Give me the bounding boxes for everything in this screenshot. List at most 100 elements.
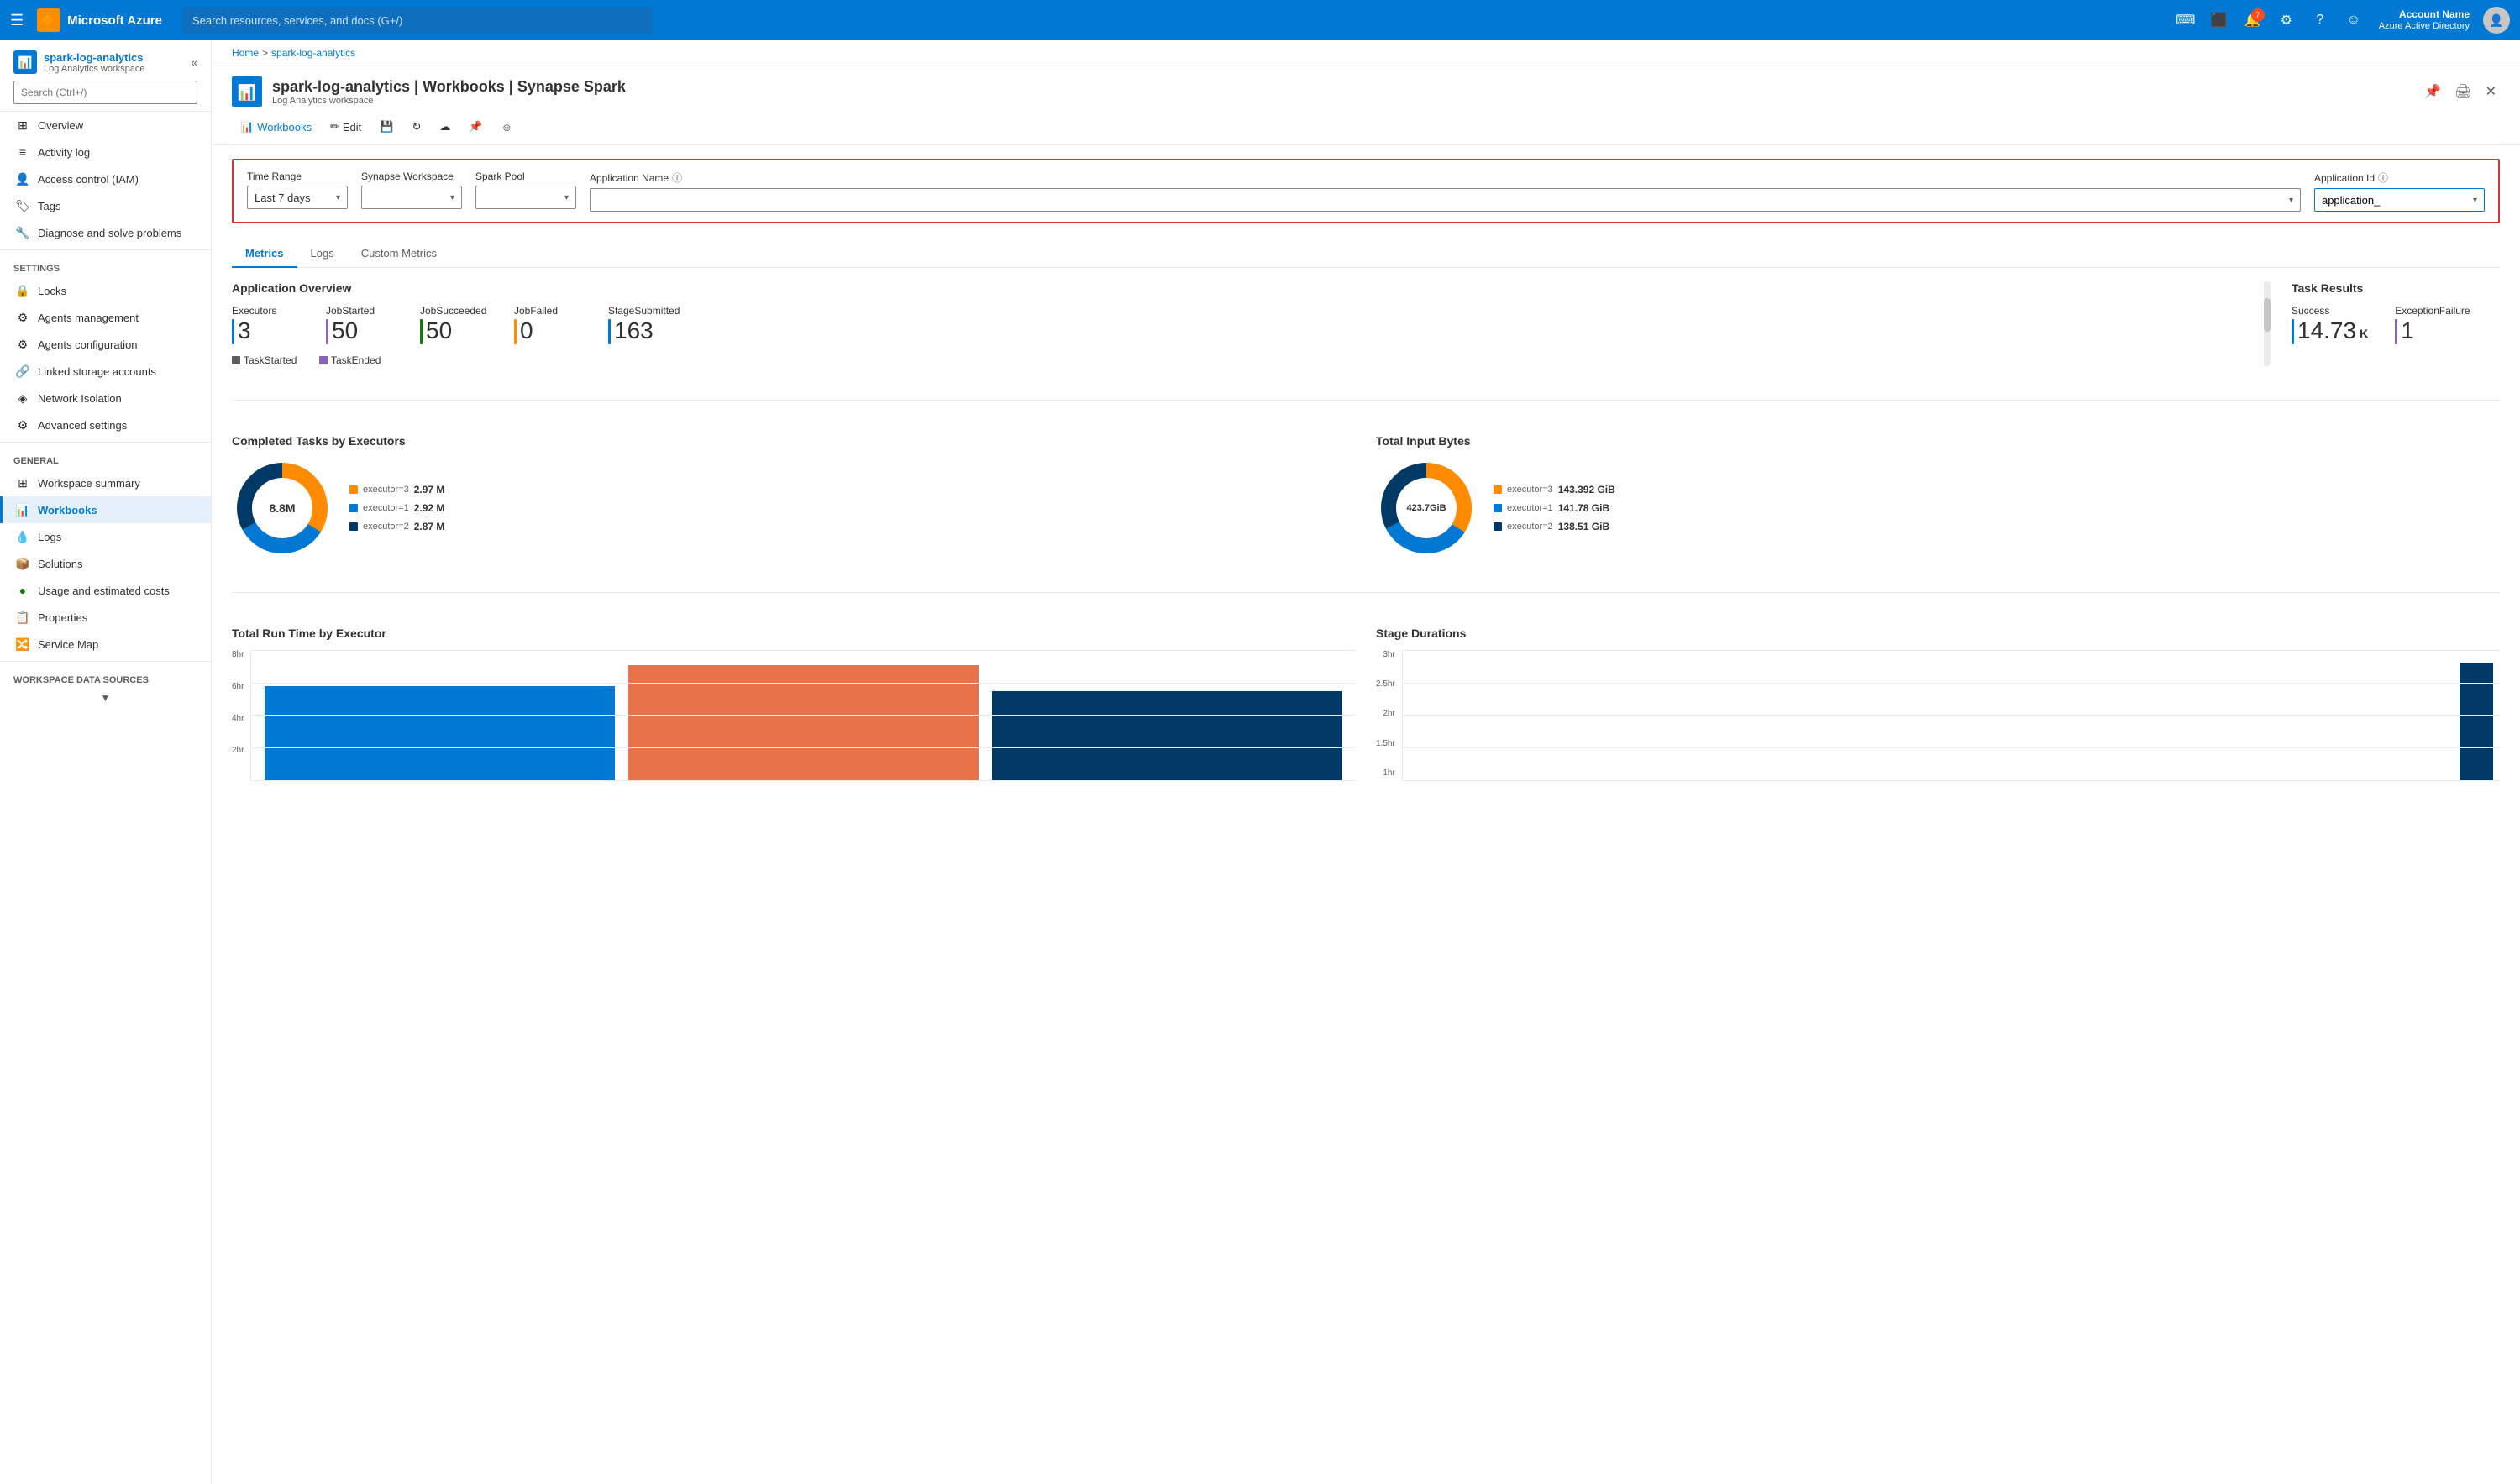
application-id-input[interactable] <box>2322 194 2470 207</box>
runtime-bar-chart: 8hr 6hr 4hr 2hr <box>232 650 1356 784</box>
stat-jobsucceeded-bar <box>420 319 423 344</box>
synapse-workspace-select[interactable]: ▾ <box>361 186 462 209</box>
time-range-select[interactable]: Last 7 days ▾ <box>247 186 348 209</box>
stat-taskended: TaskEnded <box>319 354 386 366</box>
print-icon[interactable]: 🖨 <box>2451 80 2475 103</box>
agents-mgmt-icon: ⚙ <box>16 311 29 324</box>
spark-pool-group: Spark Pool ▾ <box>475 170 576 209</box>
sidebar-item-service-map[interactable]: 🔀 Service Map <box>0 631 211 658</box>
sidebar-resource-subtitle: Log Analytics workspace <box>44 64 184 74</box>
edit-pencil-icon: ✏ <box>330 120 339 134</box>
sidebar-item-label: Diagnose and solve problems <box>38 227 181 239</box>
breadcrumb-home[interactable]: Home <box>232 47 259 59</box>
spark-pool-select[interactable]: ▾ <box>475 186 576 209</box>
settings-icon[interactable]: ⚙ <box>2271 5 2302 35</box>
stat-jobsucceeded-label: JobSucceeded <box>420 305 487 317</box>
chevron-down-icon: ▾ <box>336 193 340 202</box>
search-bar <box>182 7 653 34</box>
sidebar-item-overview[interactable]: ⊞ Overview <box>0 112 211 139</box>
sidebar-item-network-isolation[interactable]: ◈ Network Isolation <box>0 385 211 412</box>
sidebar-item-tags[interactable]: 🏷 Tags <box>0 192 211 219</box>
stage-y-label-2hr: 2hr <box>1383 709 1394 718</box>
feedback-icon[interactable]: ☺ <box>2339 5 2369 35</box>
workbooks-button[interactable]: 📊 Workbooks <box>232 115 320 139</box>
sidebar-item-diagnose[interactable]: 🔧 Diagnose and solve problems <box>0 219 211 246</box>
refresh-button[interactable]: ↻ <box>403 115 429 139</box>
user-menu[interactable]: Account Name Azure Active Directory 👤 <box>2372 7 2510 34</box>
sidebar-item-label: Overview <box>38 119 83 132</box>
legend-executor3-value: 2.97 M <box>414 484 445 496</box>
logs-icon: 💧 <box>16 530 29 543</box>
tab-metrics[interactable]: Metrics <box>232 240 297 268</box>
sidebar-search-input[interactable] <box>13 81 197 104</box>
tab-logs[interactable]: Logs <box>297 240 348 268</box>
cloud-button[interactable]: ☁ <box>431 115 459 139</box>
sidebar-item-iam[interactable]: 👤 Access control (IAM) <box>0 165 211 192</box>
sidebar-item-linked-storage[interactable]: 🔗 Linked storage accounts <box>0 358 211 385</box>
hamburger-icon[interactable]: ☰ <box>10 12 24 29</box>
stat-jobstarted-label: JobStarted <box>326 305 393 317</box>
close-icon[interactable]: ✕ <box>2482 80 2500 103</box>
total-input-section: Total Input Bytes 423.7GiB <box>1376 434 2500 558</box>
edit-button[interactable]: ✏ Edit <box>322 115 370 139</box>
legend-executor1-input-label: executor=1 <box>1507 503 1553 513</box>
sidebar-item-usage-costs[interactable]: ● Usage and estimated costs <box>0 577 211 604</box>
y-label-8hr: 8hr <box>232 650 244 659</box>
pin-toolbar-button[interactable]: 📌 <box>460 115 491 139</box>
sidebar-item-properties[interactable]: 📋 Properties <box>0 604 211 631</box>
stat-stagesubmitted-label: StageSubmitted <box>608 305 680 317</box>
sidebar-item-advanced-settings[interactable]: ⚙ Advanced settings <box>0 412 211 438</box>
sidebar-scroll-down[interactable]: ▼ <box>0 689 211 707</box>
y-label-4hr: 4hr <box>232 714 244 723</box>
pin-icon[interactable]: 📌 <box>2421 80 2444 103</box>
tags-icon: 🏷 <box>16 199 29 212</box>
application-id-info-icon[interactable]: ⓘ <box>2378 170 2388 185</box>
stage-y-label-3hr: 3hr <box>1383 650 1394 659</box>
stage-grid-1 <box>1403 650 2500 651</box>
cloud-shell-icon[interactable]: ⌨ <box>2171 5 2201 35</box>
chevron-down-icon4: ▾ <box>2289 196 2293 205</box>
save-button[interactable]: 💾 <box>371 115 402 139</box>
overview-icon: ⊞ <box>16 118 29 132</box>
application-name-select[interactable]: ▾ <box>590 188 2301 212</box>
breadcrumb-resource[interactable]: spark-log-analytics <box>271 47 355 59</box>
total-input-legend: executor=3 143.392 GiB executor=1 141.78… <box>1494 484 1615 532</box>
tab-custom-metrics[interactable]: Custom Metrics <box>348 240 450 268</box>
feedback-toolbar-button[interactable]: ☺ <box>493 116 521 139</box>
usage-costs-icon: ● <box>16 584 29 597</box>
chevron-down-icon5: ▾ <box>2473 196 2477 205</box>
legend-executor2-input-label: executor=2 <box>1507 522 1553 532</box>
sidebar-collapse-button[interactable]: « <box>191 55 197 69</box>
notifications-icon[interactable]: 🔔 7 <box>2238 5 2268 35</box>
workspace-summary-icon: ⊞ <box>16 476 29 490</box>
header-actions: 📌 🖨 ✕ <box>2421 80 2500 103</box>
sidebar-item-workbooks[interactable]: 📊 Workbooks <box>0 496 211 523</box>
directory-icon[interactable]: ⬛ <box>2204 5 2234 35</box>
pin-toolbar-icon: 📌 <box>469 120 482 134</box>
resource-header-top: 📊 spark-log-analytics | Workbooks | Syna… <box>232 66 2500 110</box>
sidebar-item-agents-mgmt[interactable]: ⚙ Agents management <box>0 304 211 331</box>
application-name-info-icon[interactable]: ⓘ <box>672 170 682 185</box>
notification-badge: 7 <box>2251 8 2265 22</box>
sidebar-item-activity-log[interactable]: ≡ Activity log <box>0 139 211 165</box>
workbooks-label: Workbooks <box>257 121 312 134</box>
breadcrumb-sep1: > <box>262 47 268 59</box>
sidebar-item-solutions[interactable]: 📦 Solutions <box>0 550 211 577</box>
legend-executor3-input-label: executor=3 <box>1507 485 1553 495</box>
scroll-thumb[interactable] <box>2264 298 2271 332</box>
sidebar-item-label: Properties <box>38 611 87 624</box>
logo-icon: 🔶 <box>37 8 60 32</box>
save-icon: 💾 <box>380 120 393 134</box>
sidebar-item-workspace-summary[interactable]: ⊞ Workspace summary <box>0 469 211 496</box>
help-icon[interactable]: ? <box>2305 5 2335 35</box>
search-input[interactable] <box>182 7 653 34</box>
resource-icon-large: 📊 <box>232 76 262 107</box>
workbooks-icon: 📊 <box>240 120 254 134</box>
avatar: 👤 <box>2483 7 2510 34</box>
sidebar-item-logs[interactable]: 💧 Logs <box>0 523 211 550</box>
donut-charts-row: Completed Tasks by Executors <box>232 434 2500 558</box>
service-map-icon: 🔀 <box>16 637 29 651</box>
sidebar-item-agents-config[interactable]: ⚙ Agents configuration <box>0 331 211 358</box>
sidebar-item-locks[interactable]: 🔒 Locks <box>0 277 211 304</box>
stage-y-axis: 3hr 2.5hr 2hr 1.5hr 1hr <box>1376 650 1395 781</box>
